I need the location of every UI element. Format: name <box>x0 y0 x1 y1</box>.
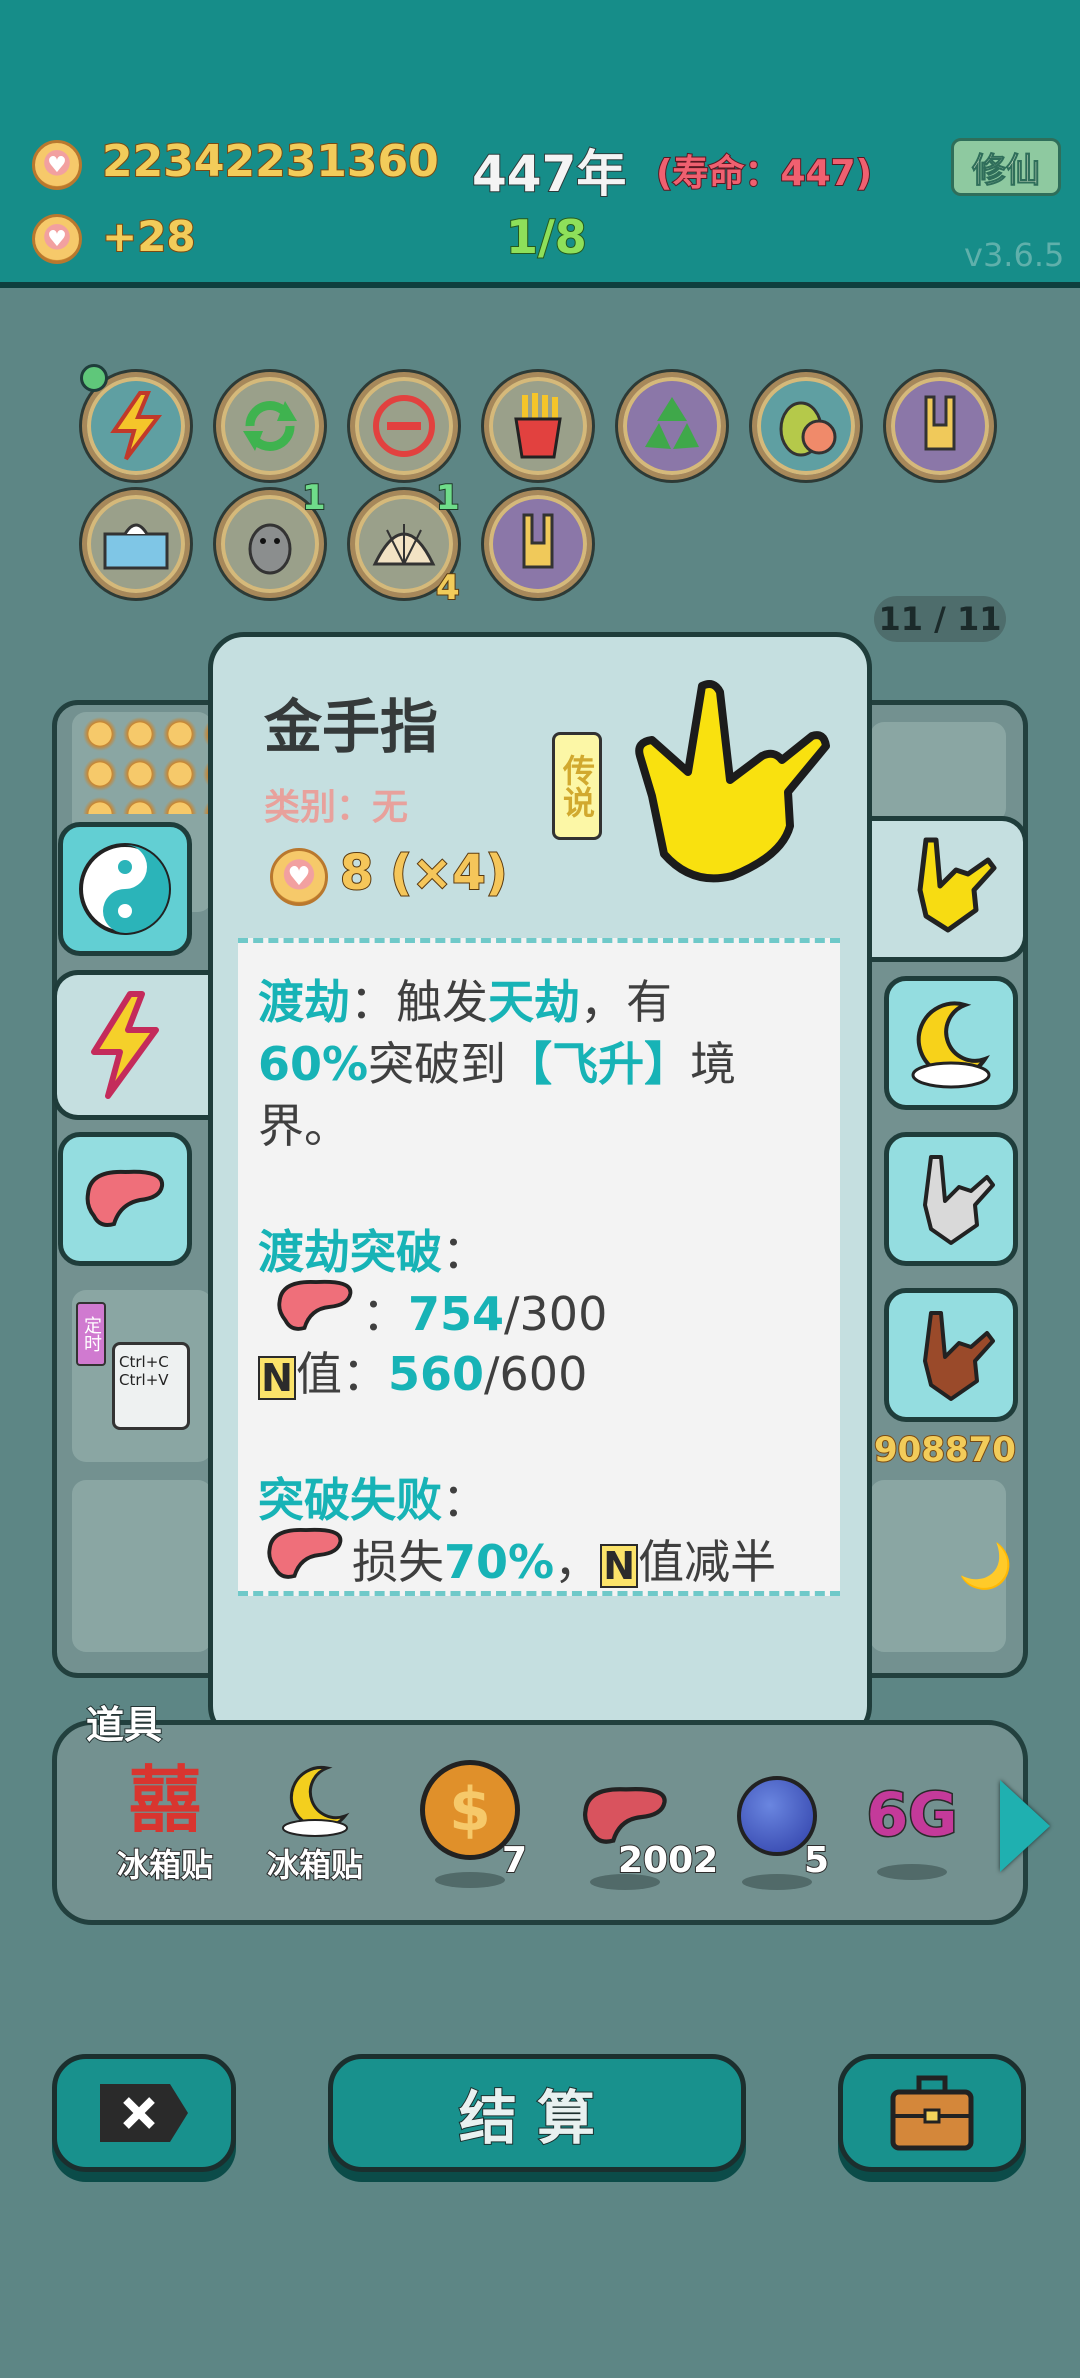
coin-gain: +28 <box>101 211 197 262</box>
moon-cloud-tile[interactable] <box>884 976 1018 1110</box>
desc-line-1: 渡劫：触发天劫，有 <box>258 975 672 1029</box>
board-slot-empty[interactable] <box>72 1480 212 1652</box>
liver-icon <box>272 1276 358 1338</box>
liver-count: 2002 <box>617 1839 719 1882</box>
lifespan-label: (寿命：447) <box>655 152 873 195</box>
blueberry-count: 5 <box>803 1839 830 1882</box>
settle-label: 结算 <box>458 2083 615 2153</box>
desc-line-3: 界。 <box>258 1099 350 1153</box>
lightning-icon <box>84 990 164 1104</box>
board-slot-right-top[interactable] <box>870 722 1006 822</box>
relic-page-counter: 11 / 11 <box>874 596 1006 642</box>
board-partial-number: 908870 <box>873 1429 1017 1471</box>
year-counter: 447年 <box>471 144 627 204</box>
ctrl-c-v-card: Ctrl+C Ctrl+V <box>112 1342 190 1430</box>
item-shadow <box>877 1864 947 1880</box>
moon-magnet-icon <box>282 1765 350 1837</box>
item-shadow <box>742 1874 812 1890</box>
liver-icon-2 <box>262 1524 348 1586</box>
moon-icon: 🌙 <box>958 1541 1013 1592</box>
coin-balance: 22342231360 <box>101 135 440 188</box>
rarity-tag: 传说 <box>552 732 602 840</box>
gold-finger-icon <box>612 676 832 900</box>
silver-finger-tile[interactable] <box>884 1132 1018 1266</box>
stage-progress: 1/8 <box>505 209 588 265</box>
refresh-relic-icon[interactable] <box>216 372 324 480</box>
yin-yang-tile[interactable] <box>58 822 192 956</box>
minus-relic-icon[interactable] <box>350 372 458 480</box>
version-label: v3.6.5 <box>964 236 1065 274</box>
desc-line-2: 60%突破到【飞升】境 <box>258 1037 737 1091</box>
item-shadow <box>435 1872 505 1888</box>
shell-relic-bottom-count: 4 <box>435 567 461 609</box>
item-moon-magnet[interactable]: 冰箱贴 <box>250 1760 380 1930</box>
recycle-relic-icon[interactable] <box>618 372 726 480</box>
tissue-relic-icon[interactable] <box>82 490 190 598</box>
shell-relic-top-count: 1 <box>435 477 461 519</box>
rock-hand-relic-2-icon[interactable] <box>484 490 592 598</box>
liver-progress: ：754/300 <box>362 1287 608 1341</box>
dollar-coin-count: 7 <box>501 1839 528 1882</box>
briefcase-icon <box>890 2075 974 2151</box>
cultivate-button[interactable]: 修仙 <box>951 138 1061 196</box>
coin-icon: ♥ <box>32 140 82 190</box>
settle-button[interactable]: 结算 <box>328 2054 746 2172</box>
pomelo-relic-icon[interactable] <box>752 372 860 480</box>
failure-title: 突破失败： <box>258 1473 488 1527</box>
item-double-happiness[interactable]: 囍 冰箱贴 <box>100 1760 230 1930</box>
briefcase-button[interactable] <box>838 2054 1026 2172</box>
coin-pile-icon <box>80 714 210 814</box>
double-happiness-icon: 囍 <box>128 1758 201 1842</box>
rock-hand-relic-icon[interactable] <box>886 372 994 480</box>
cancel-button[interactable] <box>52 2054 236 2172</box>
item-6g[interactable]: 6G <box>852 1760 972 1930</box>
pin-icon <box>80 364 108 392</box>
card-category: 类别：无 <box>264 787 409 828</box>
fries-relic-icon[interactable] <box>484 372 592 480</box>
card-price: 8 (×4) <box>339 844 509 902</box>
items-label: 道具 <box>85 1702 163 1748</box>
price-coin-icon: ♥ <box>270 848 328 906</box>
gold-finger-tab-icon <box>896 830 1006 944</box>
items-next-arrow-icon[interactable] <box>1000 1780 1050 1872</box>
failure-penalty: 损失70%，N值减半 <box>352 1535 777 1589</box>
n-value-progress: N值：560/600 <box>258 1338 587 1404</box>
timed-tag: 定时 <box>76 1302 106 1366</box>
liver-tile[interactable] <box>58 1132 192 1266</box>
close-icon <box>100 2084 188 2142</box>
breakthrough-title: 渡劫突破： <box>258 1225 488 1279</box>
card-title: 金手指 <box>264 693 439 761</box>
6g-icon: 6G <box>865 1779 959 1852</box>
coin-gain-icon: ♥ <box>32 214 82 264</box>
dog-relic-count: 1 <box>301 477 327 519</box>
bronze-finger-tile[interactable] <box>884 1288 1018 1422</box>
